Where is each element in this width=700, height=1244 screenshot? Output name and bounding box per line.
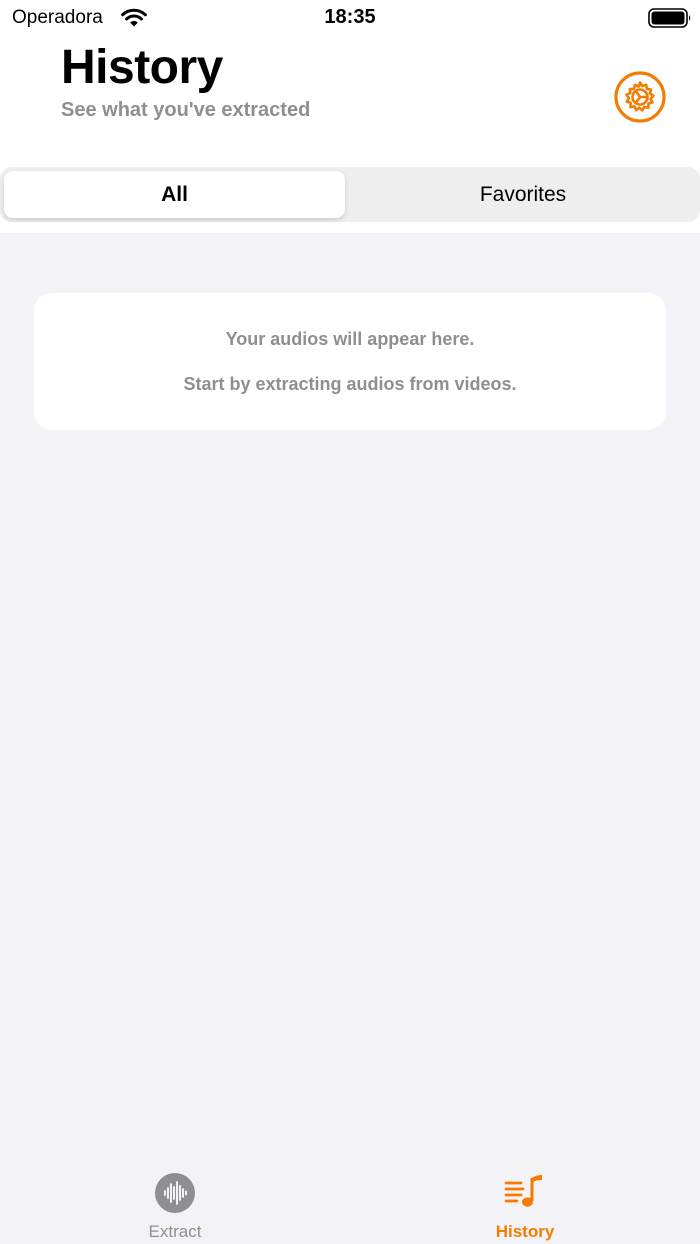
segmented-control: All Favorites	[0, 167, 700, 222]
status-time: 18:35	[324, 6, 376, 28]
empty-state-message: Your audios will appear here.	[225, 329, 475, 349]
settings-gear-icon	[614, 71, 666, 123]
page-title: History	[61, 41, 223, 94]
header-area: Operadora 18:35 History See what you've …	[0, 0, 700, 233]
segment-favorites[interactable]: Favorites	[350, 171, 696, 218]
waveform-icon	[155, 1173, 195, 1213]
tab-extract-label: Extract	[148, 1222, 202, 1241]
tab-bar: Extract History	[0, 1160, 700, 1244]
battery-icon	[648, 8, 691, 28]
tab-extract[interactable]: Extract	[0, 1160, 350, 1244]
segment-all[interactable]: All	[4, 171, 345, 218]
tab-history[interactable]: History	[350, 1160, 700, 1244]
empty-state-hint: Start by extracting audios from videos.	[183, 374, 517, 394]
music-list-icon	[504, 1175, 542, 1207]
status-bar: Operadora 18:35	[0, 0, 700, 36]
page-subtitle: See what you've extracted	[61, 99, 311, 121]
tab-history-label: History	[495, 1222, 555, 1241]
settings-button[interactable]	[613, 70, 667, 124]
empty-state-card: Your audios will appear here. Start by e…	[34, 293, 666, 430]
history-screen: Operadora 18:35 History See what you've …	[0, 0, 700, 1244]
